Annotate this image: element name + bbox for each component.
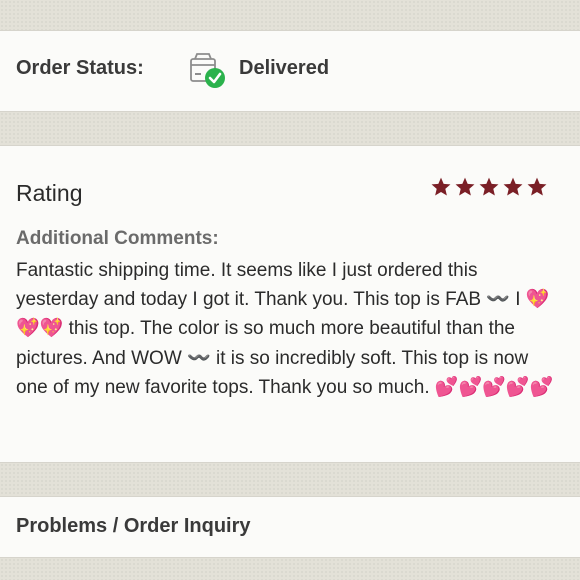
star-icon <box>527 177 547 196</box>
additional-comments-label: Additional Comments: <box>16 228 219 249</box>
star-rating <box>430 176 548 198</box>
star-icon <box>479 177 499 196</box>
additional-comments-text: Fantastic shipping time. It seems like I… <box>16 260 554 398</box>
order-status-card: Order Status: Delivered <box>0 30 580 112</box>
background-strip-bottom <box>0 558 580 580</box>
star-icon <box>503 177 523 196</box>
package-delivered-icon <box>188 51 228 91</box>
background-strip-top <box>0 0 580 30</box>
order-status-value: Delivered <box>239 57 330 79</box>
star-icon <box>455 177 475 196</box>
problems-order-inquiry-label: Problems / Order Inquiry <box>16 515 251 537</box>
background-strip-lower <box>0 463 580 496</box>
rating-card: Rating Additional Comments: Fantastic sh… <box>0 145 580 463</box>
rating-title: Rating <box>16 180 83 206</box>
problems-order-inquiry-row[interactable]: Problems / Order Inquiry <box>0 496 580 558</box>
background-strip-middle <box>0 112 580 145</box>
star-icon <box>431 177 451 196</box>
order-status-label: Order Status: <box>16 57 144 79</box>
